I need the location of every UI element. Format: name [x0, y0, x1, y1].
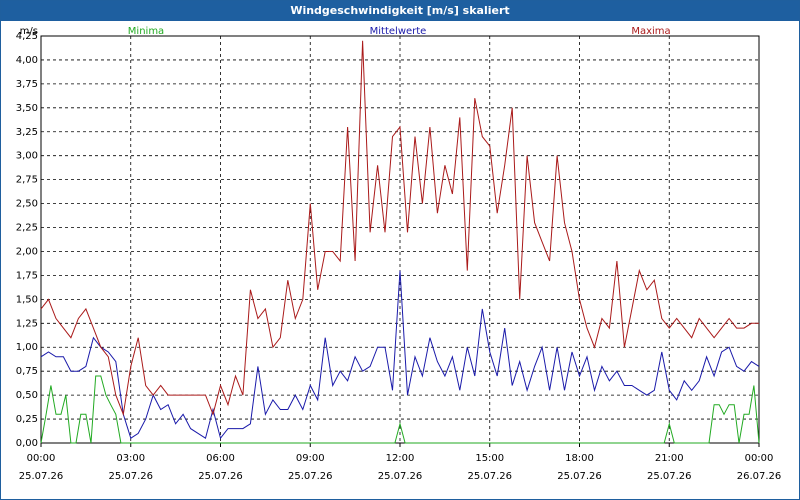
y-tick-label: 2,75 — [16, 175, 38, 186]
x-tick-time: 18:00 — [565, 453, 594, 464]
y-axis-unit: m/s — [20, 26, 38, 37]
x-tick-date: 25.07.26 — [19, 471, 64, 482]
x-tick-date: 25.07.26 — [288, 471, 333, 482]
y-tick-label: 0,25 — [16, 414, 38, 425]
chart-title: Windgeschwindigkeit [m/s] skaliert — [1, 1, 799, 21]
x-tick-time: 12:00 — [386, 453, 415, 464]
legend: Minima Mittelwerte Maxima — [128, 26, 671, 37]
legend-item-mittelwerte: Mittelwerte — [370, 26, 427, 37]
legend-item-minima: Minima — [128, 26, 164, 37]
x-tick-time: 09:00 — [296, 453, 325, 464]
y-tick-label: 3,50 — [16, 103, 38, 114]
x-tick-time: 06:00 — [206, 453, 235, 464]
grid — [40, 35, 760, 447]
y-tick-label: 1,50 — [16, 294, 38, 305]
x-tick-date: 26.07.26 — [737, 471, 782, 482]
y-tick-label: 0,00 — [16, 438, 38, 449]
y-tick-label: 1,75 — [16, 270, 38, 281]
line-chart: 0,00 0,25 0,50 0,75 1,00 1,25 1,50 1,75 2,00 2,25… — [16, 26, 782, 482]
x-tick-time: 21:00 — [655, 453, 684, 464]
y-tick-label: 1,00 — [16, 342, 38, 353]
x-tick-date: 25.07.26 — [108, 471, 153, 482]
legend-item-maxima: Maxima — [631, 26, 670, 37]
x-tick-date: 25.07.26 — [647, 471, 692, 482]
y-tick-label: 3,00 — [16, 151, 38, 162]
y-tick-label: 0,50 — [16, 390, 38, 401]
y-tick-label: 3,25 — [16, 127, 38, 138]
y-tick-label: 2,00 — [16, 246, 38, 257]
y-axis: 0,00 0,25 0,50 0,75 1,00 1,25 1,50 1,75 2,00 2,25… — [16, 31, 38, 449]
x-tick-time: 15:00 — [475, 453, 504, 464]
y-tick-label: 4,00 — [16, 55, 38, 66]
x-tick-time: 00:00 — [745, 453, 774, 464]
y-tick-label: 2,50 — [16, 199, 38, 210]
y-tick-label: 3,75 — [16, 79, 38, 90]
y-tick-label: 0,75 — [16, 366, 38, 377]
x-tick-date: 25.07.26 — [467, 471, 512, 482]
x-tick-date: 25.07.26 — [557, 471, 602, 482]
chart-window: Windgeschwindigkeit [m/s] skaliert 0,00 0… — [0, 0, 800, 500]
x-tick-time: 03:00 — [116, 453, 145, 464]
x-axis: 00:00 25.07.26 03:00 25.07.26 06:00 25.07.26 0… — [19, 453, 782, 482]
y-tick-label: 1,25 — [16, 318, 38, 329]
y-tick-label: 2,25 — [16, 223, 38, 234]
x-tick-date: 25.07.26 — [378, 471, 423, 482]
x-tick-date: 25.07.26 — [198, 471, 243, 482]
x-tick-time: 00:00 — [27, 453, 56, 464]
